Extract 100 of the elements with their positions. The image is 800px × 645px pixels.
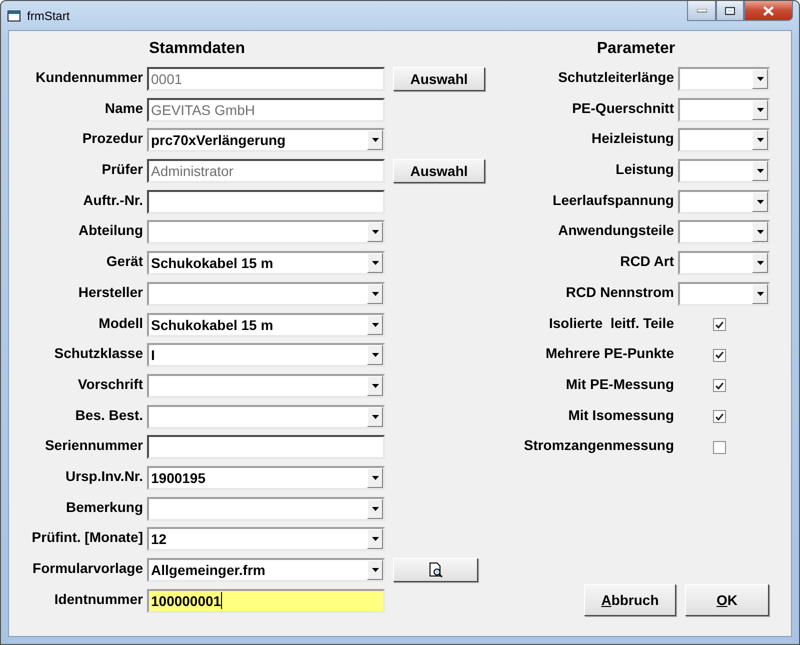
input-field[interactable]: Administrator [147,159,385,184]
field-label: Anwendungsteile [557,222,675,238]
field-label: Identnummer [53,590,144,607]
dropdown-button[interactable] [367,253,383,274]
caret-icon [372,353,378,358]
dropdown-button[interactable] [367,529,383,550]
checkbox-label: Mehrere PE-Punkte [544,345,675,362]
combo-box[interactable] [678,190,770,214]
minimize-button[interactable] [687,1,716,21]
caret-icon [372,568,378,572]
minimize-icon [696,8,706,12]
checkbox[interactable] [712,348,726,362]
combo-box[interactable] [678,67,770,91]
preview-button[interactable] [393,558,478,582]
checkbox[interactable] [712,410,726,424]
combo-box[interactable]: Schukokabel 15 m [147,312,385,336]
dropdown-button[interactable] [367,345,383,366]
dropdown-button[interactable] [752,222,768,242]
combo-box[interactable] [678,220,770,244]
dropdown-button[interactable] [752,192,768,212]
combo-box[interactable] [678,128,770,152]
caret-icon [372,384,378,388]
checkbox-label: Mit Isomessung [567,406,675,423]
checkmark-icon [714,382,724,390]
combo-box[interactable]: 1900195 [147,466,385,490]
dropdown-button[interactable] [367,406,383,427]
combo-box[interactable] [678,282,770,306]
dropdown-button[interactable] [367,284,383,304]
combo-box[interactable]: I [147,343,385,368]
dropdown-button[interactable] [367,468,383,488]
checkbox-label: Mit PE-Messung [564,376,675,392]
section-heading: Parameter [596,39,676,59]
document-magnifier-icon [428,562,444,578]
combo-box[interactable]: prc70xVerlängerung [147,128,385,152]
dialog-button[interactable]: OK [685,584,769,616]
caret-icon [372,138,378,142]
select-button[interactable]: Auswahl [393,67,485,91]
input-field[interactable] [147,190,385,214]
combo-box[interactable]: Schukokabel 15 m [147,251,385,276]
dropdown-button[interactable] [752,161,768,182]
field-label: Bemerkung [64,498,144,515]
caret-icon [756,108,764,112]
section-heading: Stammdaten [148,39,246,59]
field-label: Name [104,100,144,116]
field-label: Leistung [614,161,675,178]
field-label: Leerlaufspannung [552,192,675,208]
dropdown-button[interactable] [752,130,768,150]
checkmark-icon [714,412,724,421]
input-field[interactable]: GEVITAS GmbH [147,98,385,122]
field-label: Abteilung [77,222,144,238]
dropdown-button[interactable] [367,130,383,150]
caret-icon [372,506,378,511]
dropdown-button[interactable] [752,100,768,120]
caret-icon [756,230,764,234]
field-label: Seriennummer [44,437,144,454]
dropdown-button[interactable] [752,69,768,89]
select-button[interactable]: Auswahl [393,159,485,184]
dropdown-button[interactable] [367,222,383,242]
field-label: Prüfint. [Monate] [30,529,144,546]
maximize-button[interactable] [716,1,744,21]
caret-icon [372,414,378,419]
checkbox[interactable] [712,379,726,392]
field-label: Hersteller [77,284,144,300]
field-label: RCD Art [619,253,675,270]
checkbox[interactable] [712,440,726,454]
combo-box[interactable]: Allgemeinger.frm [147,558,385,582]
dropdown-button[interactable] [367,498,383,519]
input-field[interactable]: 100000001 [147,588,385,613]
combo-box[interactable] [678,251,770,276]
caret-icon [372,322,378,326]
caret-icon [372,476,378,480]
combo-box[interactable]: 12 [147,527,385,552]
input-field[interactable] [147,435,385,460]
dropdown-button[interactable] [367,376,383,396]
dialog-button[interactable]: Abbruch [584,584,676,616]
caret-icon [372,292,378,296]
field-label: Heizleistung [590,130,675,146]
window-title: frmStart [27,9,70,23]
caret-icon [372,537,378,542]
dropdown-button[interactable] [367,560,383,580]
dropdown-button[interactable] [752,284,768,304]
field-label: Prüfer [100,161,144,178]
combo-box[interactable] [678,98,770,122]
checkbox-label: Isolierte leitf. Teile [548,314,675,330]
dropdown-button[interactable] [752,253,768,274]
caret-icon [756,261,764,266]
field-label: Bes. Best. [74,406,144,423]
field-label: Vorschrift [76,376,144,392]
input-field[interactable]: 0001 [147,67,385,91]
combo-box[interactable] [678,159,770,184]
close-icon [763,6,774,16]
close-button[interactable] [744,1,793,21]
checkbox[interactable] [712,318,726,331]
maximize-icon [725,6,735,14]
field-label: Kundennummer [34,69,144,85]
field-label: Schutzklasse [53,345,144,362]
caret-icon [756,138,764,142]
caret-icon [372,261,378,266]
dropdown-button[interactable] [367,314,383,334]
field-label: Prozedur [81,130,144,146]
